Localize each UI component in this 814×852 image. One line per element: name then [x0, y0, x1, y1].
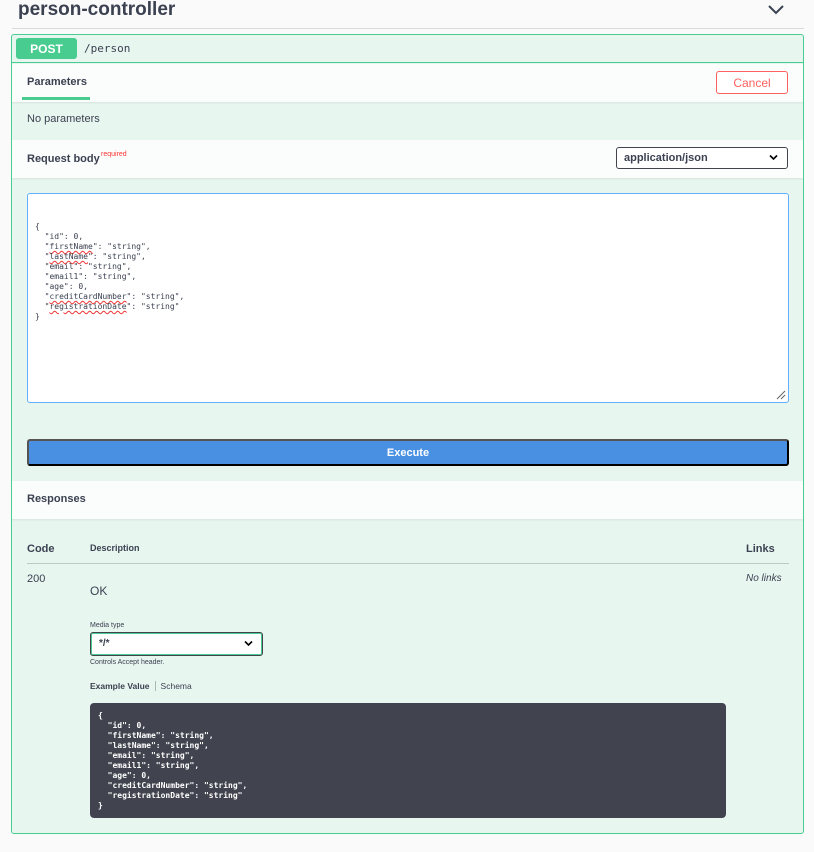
tag-header[interactable]: person-controller — [12, 0, 804, 29]
content-type-select[interactable]: application/json — [616, 147, 788, 169]
operation-path: /person — [84, 42, 131, 55]
response-links: No links — [746, 573, 782, 584]
code-line: "id": 0, — [35, 232, 84, 241]
request-body-label: Request body — [27, 153, 100, 165]
response-code: 200 — [27, 573, 46, 585]
tag-title[interactable]: person-controller — [18, 0, 175, 21]
chevron-down-icon — [769, 154, 778, 161]
code-line: "registrationDate": "string" — [98, 791, 243, 800]
code-line: "firstName": "string", — [35, 242, 151, 251]
media-type-select[interactable]: */* — [90, 632, 263, 656]
code-line: "lastName": "string", — [98, 741, 209, 750]
request-body-textarea[interactable]: { "id": 0, "firstName": "string", "lastN… — [27, 193, 789, 403]
code-line: "age": 0, — [98, 771, 151, 780]
code-line: "email": "string", — [35, 262, 132, 271]
no-parameters-text: No parameters — [27, 113, 100, 125]
example-value-code: { "id": 0, "firstName": "string", "lastN… — [90, 703, 726, 818]
resize-grip-icon[interactable] — [775, 389, 786, 400]
media-type-value: */* — [99, 638, 110, 649]
operation-block: POST /person Parameters Cancel No parame… — [11, 34, 804, 834]
operation-summary[interactable]: POST /person — [12, 35, 803, 63]
response-description: OK — [90, 584, 108, 598]
code-line: "creditCardNumber": "string", — [35, 292, 185, 301]
code-line: "email1": "string", — [35, 272, 137, 281]
column-header-description: Description — [90, 543, 140, 553]
code-line: "age": 0, — [35, 282, 88, 291]
request-body-content: { "id": 0, "firstName": "string", "lastN… — [35, 222, 781, 322]
code-line: "id": 0, — [98, 721, 147, 730]
code-line: "firstName": "string", — [98, 731, 214, 740]
tab-example-value[interactable]: Example Value — [90, 681, 150, 691]
tab-active-indicator — [22, 97, 90, 100]
cancel-button[interactable]: Cancel — [716, 71, 788, 94]
content-type-value: application/json — [624, 152, 708, 164]
tab-parameters[interactable]: Parameters — [27, 76, 87, 88]
code-line: } — [35, 312, 40, 321]
responses-header: Responses — [12, 481, 803, 519]
column-header-links: Links — [746, 543, 775, 555]
code-line: "registrationDate": "string" — [35, 302, 180, 311]
code-line: "creditCardNumber": "string", — [98, 781, 248, 790]
example-tabs: Example Value Schema — [90, 681, 192, 691]
controls-accept-note: Controls Accept header. — [90, 659, 165, 666]
column-header-code: Code — [27, 543, 55, 555]
tab-schema[interactable]: Schema — [161, 681, 192, 691]
media-type-label: Media type — [90, 622, 125, 629]
responses-label: Responses — [27, 493, 86, 505]
code-line: "lastName": "string", — [35, 252, 146, 261]
code-line: } — [98, 801, 103, 810]
required-marker: required — [101, 151, 127, 158]
chevron-down-icon[interactable] — [766, 2, 786, 18]
code-line: { — [98, 711, 103, 720]
tab-separator — [154, 681, 156, 691]
method-badge: POST — [16, 38, 77, 59]
request-body-header: Request body required application/json — [12, 140, 803, 178]
parameters-header: Parameters Cancel — [12, 64, 803, 102]
code-line: "email": "string", — [98, 751, 195, 760]
execute-button[interactable]: Execute — [27, 439, 789, 466]
code-line: "email1": "string", — [98, 761, 200, 770]
chevron-down-icon — [244, 640, 253, 647]
divider — [27, 563, 789, 564]
code-line: { — [35, 222, 40, 231]
